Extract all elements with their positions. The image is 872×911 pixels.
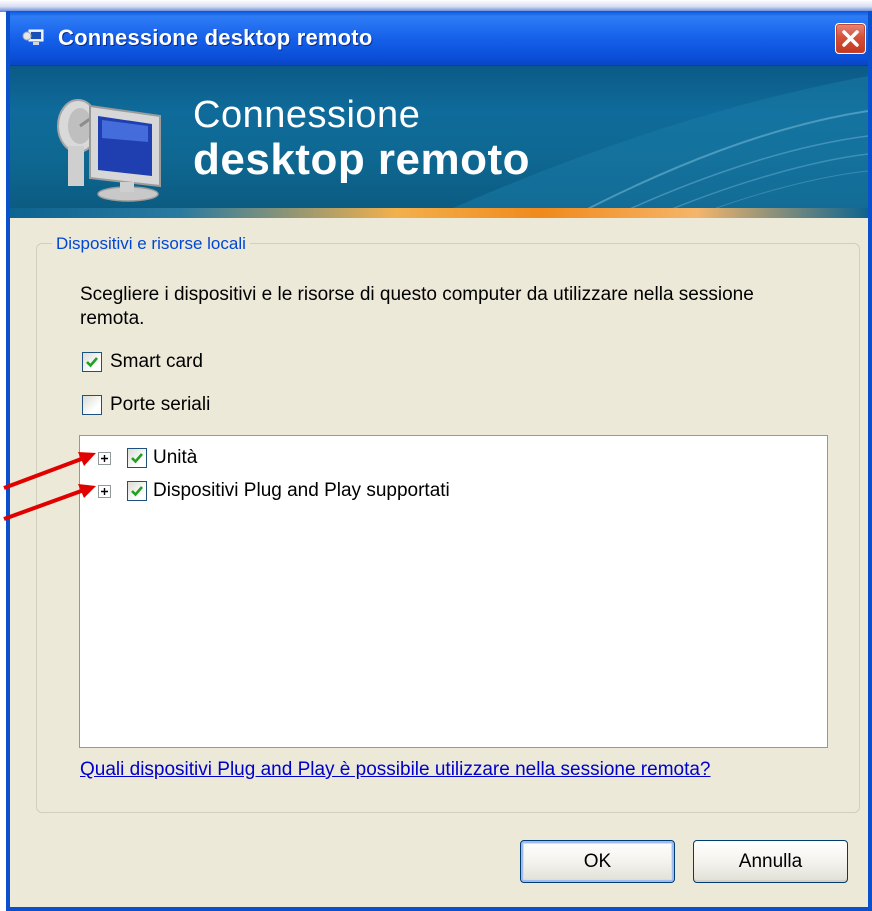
ok-button[interactable]: OK [520, 840, 675, 883]
window-title: Connessione desktop remoto [58, 25, 373, 50]
checkbox-box[interactable] [82, 352, 102, 372]
remote-desktop-icon [22, 29, 44, 45]
serial-ports-checkbox[interactable]: Porte seriali [82, 393, 210, 417]
checkbox-box[interactable] [82, 395, 102, 415]
tree-item-plug-and-play[interactable]: Dispositivi Plug and Play supportati [98, 479, 450, 503]
banner-title-line1: Connessione [193, 94, 421, 136]
groupbox-legend: Dispositivi e risorse locali [52, 234, 250, 254]
checkmark-icon [86, 357, 98, 368]
cancel-button[interactable]: Annulla [693, 840, 848, 883]
description-text: Scegliere i dispositivi e le risorse di … [80, 284, 754, 329]
checkmark-icon [131, 486, 143, 497]
close-icon [842, 30, 859, 47]
plus-icon-glyph [101, 454, 108, 462]
tree-item-label: Dispositivi Plug and Play supportati [153, 480, 450, 501]
smart-card-checkbox[interactable]: Smart card [82, 350, 203, 374]
close-button[interactable] [835, 23, 866, 54]
tree-item-checkbox[interactable] [127, 448, 147, 468]
plus-icon-glyph [101, 487, 108, 495]
title-bar[interactable]: Connessione desktop remoto [10, 11, 868, 66]
banner-accent-stripe [10, 208, 868, 218]
screenshot: Connessione desktop remoto Connessione d… [0, 0, 872, 911]
smart-card-label: Smart card [110, 351, 203, 372]
tree-item-drives[interactable]: Unità [98, 446, 197, 470]
plug-and-play-help-link[interactable]: Quali dispositivi Plug and Play è possib… [80, 759, 711, 781]
banner-title-line2: desktop remoto [193, 135, 531, 184]
tree-item-label: Unità [153, 447, 198, 468]
tree-item-checkbox[interactable] [127, 481, 147, 501]
checkmark-icon [131, 453, 143, 464]
header-banner: Connessione desktop remoto [10, 66, 868, 218]
remote-desktop-dialog: Connessione desktop remoto Connessione d… [6, 11, 872, 911]
computer-with-satellite-dish-icon [57, 99, 161, 202]
devices-tree-view[interactable]: Unità Dispositivi Plug and Play supporta… [79, 435, 828, 748]
plus-icon[interactable] [98, 451, 111, 465]
serial-ports-label: Porte seriali [110, 394, 211, 415]
banner-title: Connessione desktop remoto [193, 96, 530, 182]
plus-icon[interactable] [98, 484, 111, 498]
